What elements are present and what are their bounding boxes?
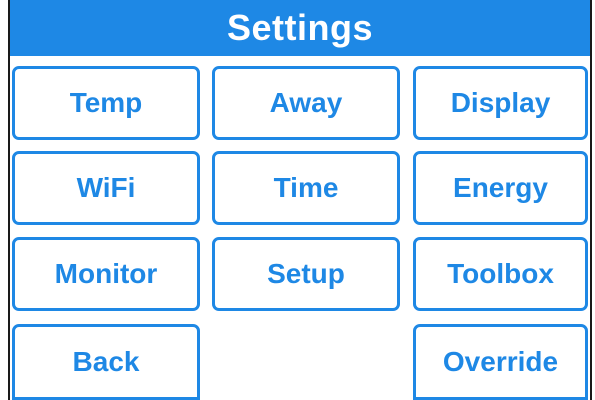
screen-frame-left (8, 0, 10, 400)
temp-button[interactable]: Temp (12, 66, 200, 140)
screen-frame-right (590, 0, 592, 400)
back-button[interactable]: Back (12, 324, 200, 400)
toolbox-button[interactable]: Toolbox (413, 237, 588, 311)
time-button[interactable]: Time (212, 151, 400, 225)
display-button[interactable]: Display (413, 66, 588, 140)
setup-button[interactable]: Setup (212, 237, 400, 311)
wifi-button[interactable]: WiFi (12, 151, 200, 225)
settings-screen: Settings Temp Away Display WiFi Time Ene… (0, 0, 595, 400)
monitor-button[interactable]: Monitor (12, 237, 200, 311)
energy-button[interactable]: Energy (413, 151, 588, 225)
override-button[interactable]: Override (413, 324, 588, 400)
away-button[interactable]: Away (212, 66, 400, 140)
page-title: Settings (10, 0, 590, 56)
